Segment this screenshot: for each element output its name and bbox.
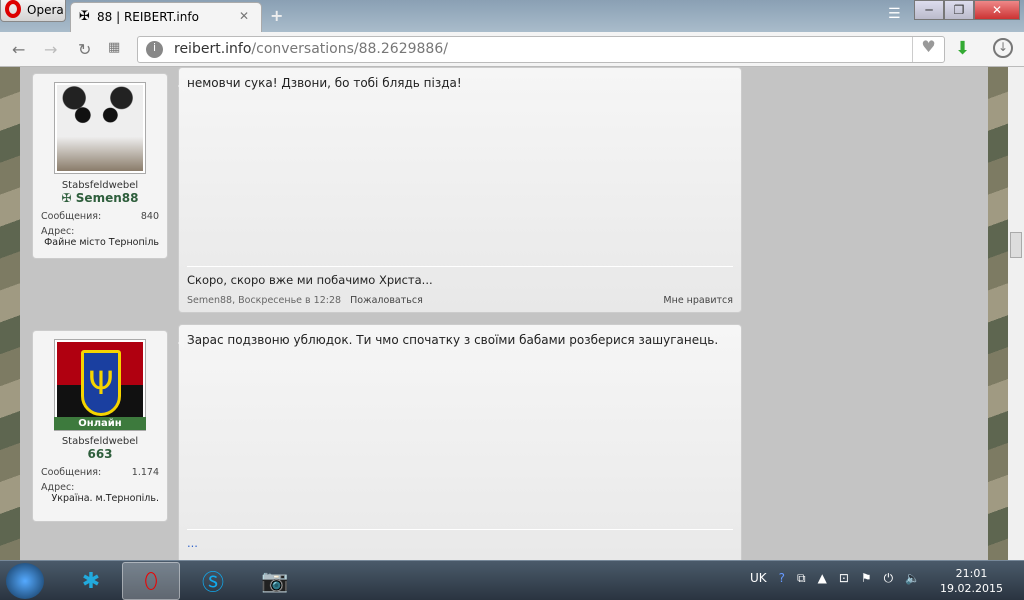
username-link[interactable]: 663 xyxy=(33,447,167,461)
signature: Скоро, скоро вже ми побачимо Христа... xyxy=(187,266,733,287)
iron-cross-icon: ✠ xyxy=(79,9,90,24)
address-label: Адрес: xyxy=(41,482,75,493)
signature: ... xyxy=(187,529,733,550)
browser-toolbar: ← → ↻ ▦ i reibert.info/conversations/88.… xyxy=(0,32,1024,67)
messages-label: Сообщения: xyxy=(41,467,102,478)
user-rank: Stabsfeldwebel xyxy=(61,180,139,191)
messages-count: 1.174 xyxy=(131,467,159,478)
language-indicator[interactable]: UK xyxy=(750,571,767,586)
forward-button[interactable]: → xyxy=(44,40,57,59)
user-rank: Stabsfeldwebel xyxy=(61,436,139,447)
system-tray: UK ? ⧉ ▲ ⊡ ⚑ ⏻ 🔈 xyxy=(750,571,920,586)
address-value: Україна. м.Тернопіль. xyxy=(51,493,159,504)
post-author-date[interactable]: Semen88, Воскресенье в 12:28 xyxy=(187,295,341,306)
downloads-icon[interactable]: ↓ xyxy=(993,38,1013,58)
clock[interactable]: 21:01 19.02.2015 xyxy=(940,566,1003,596)
user-info-panel: Stabsfeldwebel ✠ Semen88 Сообщения: 840 А… xyxy=(32,73,168,259)
title-bar: Opera ✠ 88 | REIBERT.info ✕ + ☰ ─ ❐ ✕ xyxy=(0,0,1024,32)
opera-taskbar-icon[interactable]: ⬯ xyxy=(122,562,180,600)
username-link[interactable]: Semen88 xyxy=(76,191,139,205)
download-arrow-icon[interactable]: ⬇ xyxy=(955,38,970,59)
close-window-button[interactable]: ✕ xyxy=(974,0,1020,20)
messages-count: 840 xyxy=(140,211,159,222)
start-button[interactable] xyxy=(6,563,44,599)
page-content: Stabsfeldwebel ✠ Semen88 Сообщения: 840 А… xyxy=(0,67,1008,560)
reload-button[interactable]: ↻ xyxy=(78,40,91,59)
tab-title: 88 | REIBERT.info xyxy=(97,10,199,24)
message-text: Зарас подзвоню ублюдок. Ти чмо спочатку … xyxy=(187,333,719,347)
help-icon[interactable]: ? xyxy=(779,571,785,586)
address-label: Адрес: xyxy=(41,226,75,237)
panda-avatar-image xyxy=(57,85,143,171)
online-badge: Онлайн xyxy=(54,417,146,430)
user-info-panel: Ψ Онлайн Stabsfeldwebel 663 Сообщения: 1.… xyxy=(32,330,168,522)
opera-logo-icon xyxy=(5,0,21,18)
address-bar[interactable]: i reibert.info/conversations/88.2629886/… xyxy=(137,36,945,63)
minimize-button[interactable]: ─ xyxy=(914,0,944,20)
bookmark-heart-icon[interactable]: ♥ xyxy=(912,37,944,62)
like-link[interactable]: Мне нравится xyxy=(663,295,733,306)
volume-icon[interactable]: 🔈 xyxy=(905,571,920,586)
tab-active[interactable]: ✠ 88 | REIBERT.info ✕ xyxy=(70,2,262,32)
power-icon[interactable]: ⏻ xyxy=(884,571,894,586)
url-path: /conversations/88.2629886/ xyxy=(251,41,448,57)
trident-flag-avatar-image: Ψ xyxy=(57,342,143,428)
close-tab-icon[interactable]: ✕ xyxy=(239,9,249,23)
message-post: немовчи сука! Дзвони, бо тобі блядь пізд… xyxy=(178,67,742,313)
back-button[interactable]: ← xyxy=(12,40,25,59)
camo-border-right xyxy=(988,67,1008,560)
page-scrollbar[interactable] xyxy=(1008,67,1024,560)
new-tab-button[interactable]: + xyxy=(270,6,283,25)
address-value: Файне місто Тернопіль xyxy=(44,237,159,248)
telenor-app-icon[interactable]: ✱ xyxy=(62,562,120,600)
tray-expand-icon[interactable]: ▲ xyxy=(818,571,827,586)
windows-taskbar: ✱ ⬯ Ⓢ 📷 UK ? ⧉ ▲ ⊡ ⚑ ⏻ 🔈 21:01 19.02.2015 xyxy=(0,560,1024,600)
clock-date: 19.02.2015 xyxy=(940,582,1003,595)
speed-dial-icon[interactable]: ▦ xyxy=(108,40,120,55)
message-text: немовчи сука! Дзвони, бо тобі блядь пізд… xyxy=(187,76,462,90)
opera-menu-button[interactable]: Opera xyxy=(0,0,66,22)
camo-border-left xyxy=(0,67,20,560)
action-center-flag-icon[interactable]: ⚑ xyxy=(861,571,872,586)
messages-label: Сообщения: xyxy=(41,211,102,222)
message-post: Зарас подзвоню ублюдок. Ти чмо спочатку … xyxy=(178,324,742,560)
url-host: reibert.info xyxy=(174,41,252,57)
iron-cross-icon: ✠ xyxy=(61,191,76,205)
clock-time: 21:01 xyxy=(955,567,988,580)
avatar[interactable] xyxy=(54,82,146,174)
report-link[interactable]: Пожаловаться xyxy=(350,295,423,306)
skype-taskbar-icon[interactable]: Ⓢ xyxy=(184,562,242,600)
tab-menu-icon[interactable]: ☰ xyxy=(888,6,901,22)
opera-menu-label: Opera xyxy=(27,3,64,17)
maximize-button[interactable]: ❐ xyxy=(944,0,974,20)
network-icon[interactable]: ⊡ xyxy=(839,571,849,586)
show-desktop-icon[interactable]: ⧉ xyxy=(797,571,806,586)
scrollbar-thumb[interactable] xyxy=(1010,232,1022,258)
camera-taskbar-icon[interactable]: 📷 xyxy=(246,562,304,600)
site-info-icon[interactable]: i xyxy=(146,41,163,58)
